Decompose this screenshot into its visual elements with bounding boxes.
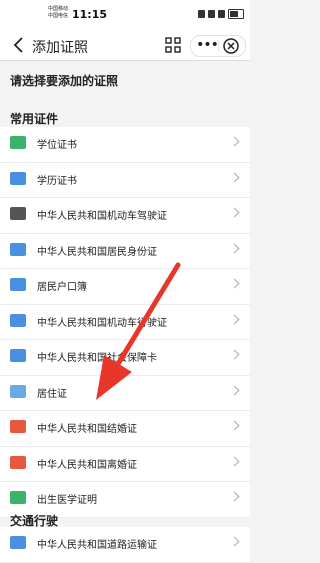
capsule-divider [218, 40, 219, 52]
list-item-label: 中华人民共和国机动车行驶证 [37, 317, 167, 329]
carrier-1: 中国移动 [48, 6, 69, 12]
list-item-label: 中华人民共和国居民身份证 [37, 246, 157, 258]
list-item[interactable]: 中华人民共和国机动车行驶证 [0, 305, 250, 340]
list-item[interactable]: 中华人民共和国社会保障卡 [0, 340, 250, 376]
social-security-card-icon [10, 349, 26, 362]
back-arrow-icon[interactable] [8, 34, 30, 56]
id-card-icon [10, 242, 26, 256]
chevron-right-icon [229, 207, 240, 218]
list-item-label: 出生医学证明 [37, 495, 97, 506]
birth-certificate-icon [10, 491, 26, 504]
list-item[interactable]: 中华人民共和国机动车驾驶证 [0, 198, 250, 234]
residence-permit-icon [10, 384, 26, 398]
wifi-icon [208, 10, 215, 18]
certificate-list-common: 学位证书学历证书中华人民共和国机动车驾驶证 中华人民共和国居民身份证 居民户口簿中华… [0, 127, 250, 518]
chevron-right-icon [229, 420, 240, 431]
divorce-certificate-icon [10, 455, 26, 469]
mini-program-capsule: ••• [190, 35, 246, 57]
list-item-label: 学位证书 [37, 140, 77, 151]
graduation-cap-icon [10, 171, 26, 185]
chevron-right-icon [229, 349, 240, 360]
list-item[interactable]: 居住证 [0, 376, 250, 411]
list-item[interactable]: 中华人民共和国离婚证 [0, 447, 250, 482]
list-item-label: 中华人民共和国结婚证 [37, 424, 137, 435]
list-item[interactable]: 中华人民共和国道路运输证 [0, 527, 250, 563]
status-bar: 中国移动 中国电信 11:15 [0, 0, 250, 30]
more-options-button[interactable]: ••• [196, 36, 219, 56]
household-register-icon [10, 278, 26, 291]
status-icons [198, 9, 244, 19]
list-item[interactable]: 中华人民共和国结婚证 [0, 411, 250, 447]
list-item-label: 中华人民共和国离婚证 [37, 459, 137, 471]
marriage-certificate-icon [10, 420, 26, 433]
road-transport-icon [10, 536, 26, 549]
chevron-right-icon [229, 456, 240, 466]
driver-license-icon [10, 207, 26, 220]
list-item-label: 学历证书 [37, 175, 77, 187]
chevron-right-icon [229, 536, 240, 547]
carrier-2: 中国电信 [48, 13, 69, 19]
carrier-info: 中国移动 中国电信 [48, 6, 68, 20]
chevron-right-icon [229, 243, 240, 253]
chevron-right-icon [229, 136, 240, 147]
close-icon[interactable] [222, 37, 240, 55]
vehicle-license-icon [10, 313, 26, 327]
nav-bar: 添加证照 ••• [0, 30, 250, 61]
list-item-label: 中华人民共和国道路运输证 [37, 540, 157, 551]
list-item[interactable]: 中华人民共和国居民身份证 [0, 234, 250, 269]
status-time: 11:15 [72, 8, 108, 21]
chevron-right-icon [229, 278, 240, 289]
prompt-text: 请选择要添加的证照 [10, 74, 119, 88]
list-item-label: 中华人民共和国机动车驾驶证 [37, 211, 167, 222]
signal-icon [218, 10, 225, 18]
list-item[interactable]: 居民户口簿 [0, 269, 250, 305]
list-item-label: 中华人民共和国社会保障卡 [37, 353, 157, 364]
degree-certificate-icon [10, 136, 26, 149]
alarm-icon [198, 10, 205, 18]
battery-icon [228, 9, 244, 19]
list-item-label: 居住证 [37, 388, 67, 400]
list-item[interactable]: 学位证书 [0, 127, 250, 163]
chevron-right-icon [229, 385, 240, 395]
chevron-right-icon [229, 172, 240, 182]
scan-icon[interactable] [164, 36, 182, 54]
certificate-list-transport: 中华人民共和国道路运输证 [0, 527, 250, 563]
list-item-label: 居民户口簿 [37, 282, 87, 293]
section-title-common: 常用证件 [10, 112, 59, 126]
chevron-right-icon [229, 314, 240, 324]
list-item[interactable]: 学历证书 [0, 163, 250, 198]
chevron-right-icon [229, 491, 240, 502]
page-title: 添加证照 [32, 40, 88, 56]
